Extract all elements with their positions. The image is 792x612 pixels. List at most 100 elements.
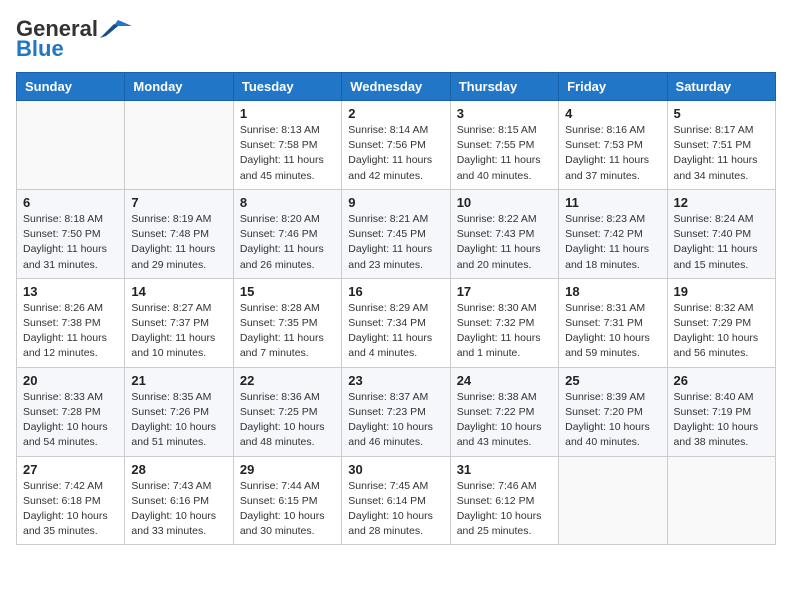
day-info: Sunrise: 8:36 AM Sunset: 7:25 PM Dayligh… [240,390,335,451]
day-number: 31 [457,462,552,477]
day-number: 11 [565,195,660,210]
day-info: Sunrise: 8:37 AM Sunset: 7:23 PM Dayligh… [348,390,443,451]
calendar-cell: 8 Sunrise: 8:20 AM Sunset: 7:46 PM Daylig… [233,189,341,278]
day-info: Sunrise: 8:24 AM Sunset: 7:40 PM Dayligh… [674,212,769,273]
calendar-cell: 14Sunrise: 8:27 AM Sunset: 7:37 PM Dayli… [125,278,233,367]
calendar-cell: 5 Sunrise: 8:17 AM Sunset: 7:51 PM Daylig… [667,101,775,190]
day-info: Sunrise: 7:43 AM Sunset: 6:16 PM Dayligh… [131,479,226,540]
calendar-cell: 10 Sunrise: 8:22 AM Sunset: 7:43 PM Dayli… [450,189,558,278]
day-info: Sunrise: 7:45 AM Sunset: 6:14 PM Dayligh… [348,479,443,540]
day-info: Sunrise: 7:42 AM Sunset: 6:18 PM Dayligh… [23,479,118,540]
day-number: 5 [674,106,769,121]
calendar-cell: 13 Sunrise: 8:26 AM Sunset: 7:38 PM Dayli… [17,278,125,367]
day-number: 28 [131,462,226,477]
day-number: 10 [457,195,552,210]
day-info: Sunrise: 8:26 AM Sunset: 7:38 PM Dayligh… [23,301,118,362]
calendar-cell: 27Sunrise: 7:42 AM Sunset: 6:18 PM Dayli… [17,456,125,545]
calendar-cell [667,456,775,545]
calendar-cell: 30 Sunrise: 7:45 AM Sunset: 6:14 PM Dayli… [342,456,450,545]
col-sunday: Sunday [17,73,125,101]
day-info: Sunrise: 8:21 AM Sunset: 7:45 PM Dayligh… [348,212,443,273]
calendar-cell: 28 Sunrise: 7:43 AM Sunset: 6:16 PM Dayli… [125,456,233,545]
calendar-cell [125,101,233,190]
col-tuesday: Tuesday [233,73,341,101]
calendar-week-row: 13 Sunrise: 8:26 AM Sunset: 7:38 PM Dayli… [17,278,776,367]
calendar-cell: 15 Sunrise: 8:28 AM Sunset: 7:35 PM Dayli… [233,278,341,367]
calendar-cell: 6 Sunrise: 8:18 AM Sunset: 7:50 PM Daylig… [17,189,125,278]
calendar-cell: 24 Sunrise: 8:38 AM Sunset: 7:22 PM Dayli… [450,367,558,456]
calendar-week-row: 6 Sunrise: 8:18 AM Sunset: 7:50 PM Daylig… [17,189,776,278]
calendar-cell: 26Sunrise: 8:40 AM Sunset: 7:19 PM Dayli… [667,367,775,456]
day-info: Sunrise: 8:29 AM Sunset: 7:34 PM Dayligh… [348,301,443,362]
day-info: Sunrise: 8:14 AM Sunset: 7:56 PM Dayligh… [348,123,443,184]
calendar-cell: 2Sunrise: 8:14 AM Sunset: 7:56 PM Daylig… [342,101,450,190]
calendar-cell: 21 Sunrise: 8:35 AM Sunset: 7:26 PM Dayli… [125,367,233,456]
day-info: Sunrise: 7:44 AM Sunset: 6:15 PM Dayligh… [240,479,335,540]
calendar-cell: 18 Sunrise: 8:31 AM Sunset: 7:31 PM Dayli… [559,278,667,367]
calendar-week-row: 1Sunrise: 8:13 AM Sunset: 7:58 PM Daylig… [17,101,776,190]
col-saturday: Saturday [667,73,775,101]
day-number: 4 [565,106,660,121]
day-info: Sunrise: 8:19 AM Sunset: 7:48 PM Dayligh… [131,212,226,273]
col-friday: Friday [559,73,667,101]
calendar-cell: 20 Sunrise: 8:33 AM Sunset: 7:28 PM Dayli… [17,367,125,456]
day-info: Sunrise: 8:30 AM Sunset: 7:32 PM Dayligh… [457,301,552,362]
calendar-cell: 4 Sunrise: 8:16 AM Sunset: 7:53 PM Daylig… [559,101,667,190]
day-info: Sunrise: 7:46 AM Sunset: 6:12 PM Dayligh… [457,479,552,540]
day-number: 15 [240,284,335,299]
col-wednesday: Wednesday [342,73,450,101]
calendar-cell: 12 Sunrise: 8:24 AM Sunset: 7:40 PM Dayli… [667,189,775,278]
day-info: Sunrise: 8:35 AM Sunset: 7:26 PM Dayligh… [131,390,226,451]
calendar-cell: 16 Sunrise: 8:29 AM Sunset: 7:34 PM Dayli… [342,278,450,367]
day-number: 24 [457,373,552,388]
day-info: Sunrise: 8:31 AM Sunset: 7:31 PM Dayligh… [565,301,660,362]
calendar-cell [559,456,667,545]
day-number: 6 [23,195,118,210]
page: General Blue Sunday Monday Tuesday Wedne… [0,0,792,561]
calendar-cell: 22 Sunrise: 8:36 AM Sunset: 7:25 PM Dayli… [233,367,341,456]
day-number: 29 [240,462,335,477]
day-number: 20 [23,373,118,388]
day-info: Sunrise: 8:13 AM Sunset: 7:58 PM Dayligh… [240,123,335,184]
day-number: 8 [240,195,335,210]
calendar-cell: 1Sunrise: 8:13 AM Sunset: 7:58 PM Daylig… [233,101,341,190]
logo-blue-text: Blue [16,36,64,62]
day-info: Sunrise: 8:17 AM Sunset: 7:51 PM Dayligh… [674,123,769,184]
day-info: Sunrise: 8:32 AM Sunset: 7:29 PM Dayligh… [674,301,769,362]
day-info: Sunrise: 8:40 AM Sunset: 7:19 PM Dayligh… [674,390,769,451]
calendar-week-row: 20 Sunrise: 8:33 AM Sunset: 7:28 PM Dayli… [17,367,776,456]
col-monday: Monday [125,73,233,101]
day-info: Sunrise: 8:16 AM Sunset: 7:53 PM Dayligh… [565,123,660,184]
day-number: 16 [348,284,443,299]
calendar-cell: 23Sunrise: 8:37 AM Sunset: 7:23 PM Dayli… [342,367,450,456]
day-info: Sunrise: 8:38 AM Sunset: 7:22 PM Dayligh… [457,390,552,451]
calendar-table: Sunday Monday Tuesday Wednesday Thursday… [16,72,776,545]
day-info: Sunrise: 8:33 AM Sunset: 7:28 PM Dayligh… [23,390,118,451]
calendar-week-row: 27Sunrise: 7:42 AM Sunset: 6:18 PM Dayli… [17,456,776,545]
logo-bird-icon [100,16,132,42]
calendar-cell: 31 Sunrise: 7:46 AM Sunset: 6:12 PM Dayli… [450,456,558,545]
col-thursday: Thursday [450,73,558,101]
calendar-cell [17,101,125,190]
day-number: 30 [348,462,443,477]
day-number: 18 [565,284,660,299]
calendar-cell: 19Sunrise: 8:32 AM Sunset: 7:29 PM Dayli… [667,278,775,367]
day-number: 9 [348,195,443,210]
day-number: 7 [131,195,226,210]
day-info: Sunrise: 8:15 AM Sunset: 7:55 PM Dayligh… [457,123,552,184]
day-number: 12 [674,195,769,210]
day-info: Sunrise: 8:39 AM Sunset: 7:20 PM Dayligh… [565,390,660,451]
day-info: Sunrise: 8:18 AM Sunset: 7:50 PM Dayligh… [23,212,118,273]
logo: General Blue [16,16,132,62]
calendar-cell: 11Sunrise: 8:23 AM Sunset: 7:42 PM Dayli… [559,189,667,278]
calendar-cell: 7 Sunrise: 8:19 AM Sunset: 7:48 PM Daylig… [125,189,233,278]
day-info: Sunrise: 8:28 AM Sunset: 7:35 PM Dayligh… [240,301,335,362]
day-info: Sunrise: 8:22 AM Sunset: 7:43 PM Dayligh… [457,212,552,273]
calendar-cell: 25Sunrise: 8:39 AM Sunset: 7:20 PM Dayli… [559,367,667,456]
day-info: Sunrise: 8:20 AM Sunset: 7:46 PM Dayligh… [240,212,335,273]
day-number: 22 [240,373,335,388]
day-number: 13 [23,284,118,299]
calendar-header-row: Sunday Monday Tuesday Wednesday Thursday… [17,73,776,101]
day-number: 3 [457,106,552,121]
day-number: 21 [131,373,226,388]
